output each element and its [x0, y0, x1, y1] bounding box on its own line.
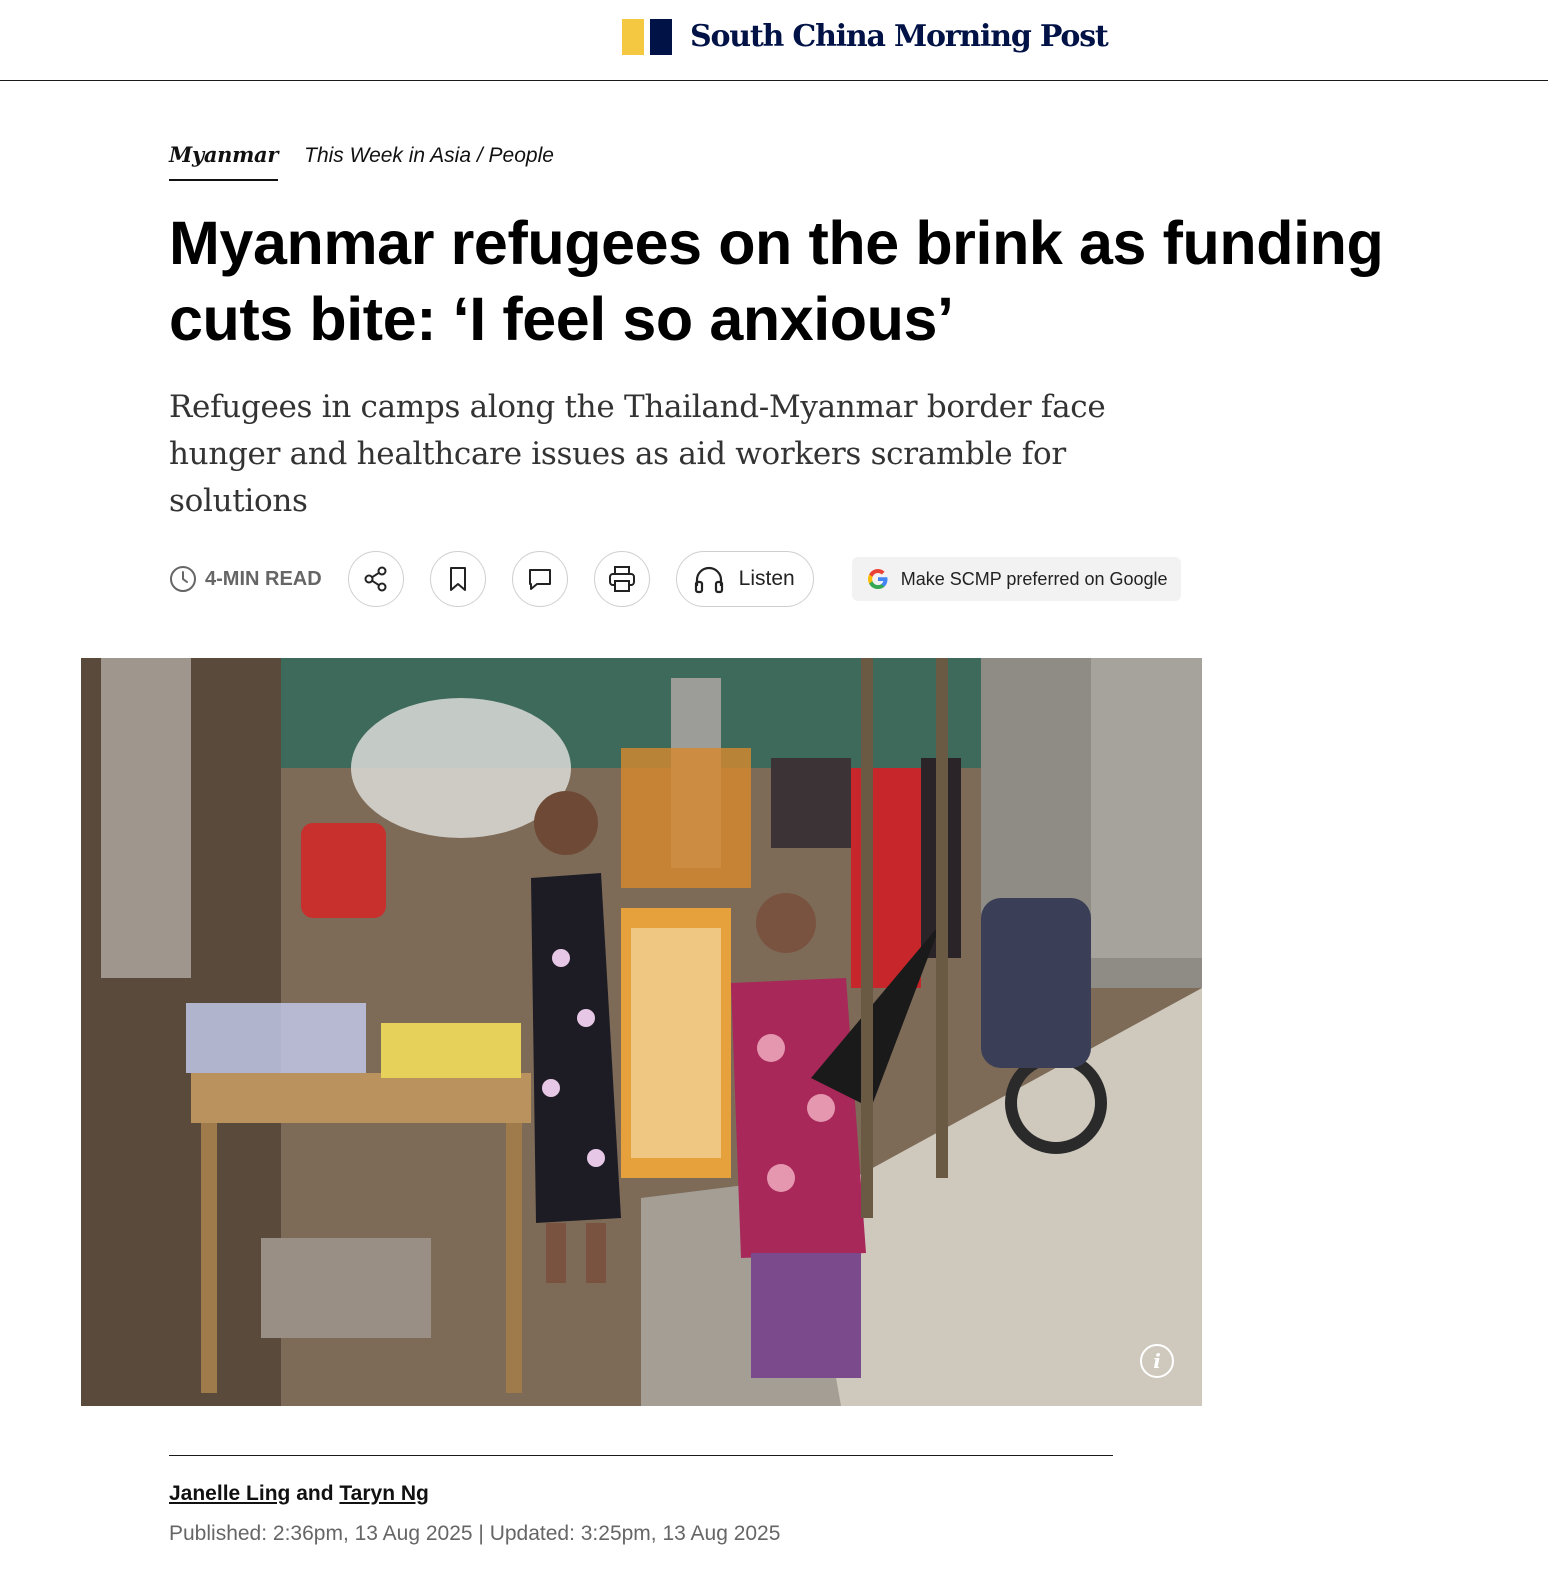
headline-line-1: Myanmar refugees on the brink as funding — [169, 209, 1384, 277]
bookmark-icon — [449, 567, 466, 591]
logo-mark-icon — [622, 19, 672, 55]
logo-text: South China Morning Post — [690, 19, 1109, 54]
author-link-2[interactable]: Taryn Ng — [339, 1482, 428, 1505]
breadcrumb-separator: / — [471, 144, 489, 167]
listen-button[interactable]: Listen — [675, 551, 814, 607]
bookmark-button[interactable] — [429, 551, 486, 607]
breadcrumb-secondary: This Week in Asia / People — [304, 144, 554, 168]
read-time-label: 4-MIN READ — [205, 567, 322, 590]
hero-photo-illustration — [81, 658, 1202, 1406]
google-g-icon — [867, 569, 888, 589]
share-button[interactable] — [347, 551, 404, 607]
image-info-button[interactable]: i — [1140, 1344, 1174, 1378]
article-headline: Myanmar refugees on the brink as funding… — [169, 205, 1429, 357]
print-icon — [608, 566, 635, 592]
site-header: South China Morning Post — [0, 0, 1548, 81]
article-subheadline: Refugees in camps along the Thailand-Mya… — [169, 389, 1106, 519]
share-icon — [364, 566, 387, 592]
breadcrumb-people-link[interactable]: People — [489, 144, 554, 167]
author-link-1[interactable]: Janelle Ling — [169, 1482, 290, 1505]
comment-icon — [528, 569, 551, 590]
breadcrumb: Myanmar This Week in Asia / People — [169, 142, 554, 181]
breadcrumb-primary-link[interactable]: Myanmar — [169, 142, 278, 181]
byline-divider — [169, 1455, 1113, 1456]
make-scmp-preferred-label: Make SCMP preferred on Google — [900, 568, 1168, 589]
byline-joiner: and — [290, 1482, 340, 1505]
listen-label: Listen — [738, 567, 795, 590]
make-scmp-preferred-button[interactable]: Make SCMP preferred on Google — [851, 557, 1181, 601]
read-time: 4-MIN READ — [169, 565, 322, 593]
comment-button[interactable] — [511, 551, 568, 607]
clock-icon — [170, 566, 196, 592]
info-icon: i — [1153, 1349, 1161, 1373]
byline: Janelle Ling and Taryn Ng — [169, 1482, 429, 1506]
scmp-logo[interactable]: South China Morning Post — [622, 19, 1109, 55]
print-button[interactable] — [593, 551, 650, 607]
breadcrumb-this-week-in-asia-link[interactable]: This Week in Asia — [304, 144, 471, 167]
headline-line-2: cuts bite: ‘I feel so anxious’ — [169, 285, 954, 353]
hero-image: i — [81, 658, 1202, 1406]
publish-dates: Published: 2:36pm, 13 Aug 2025 | Updated… — [169, 1522, 781, 1545]
headphones-icon — [694, 566, 723, 594]
article-action-bar: 4-MIN READ Listen Make SCMP preferred on… — [169, 551, 1181, 607]
